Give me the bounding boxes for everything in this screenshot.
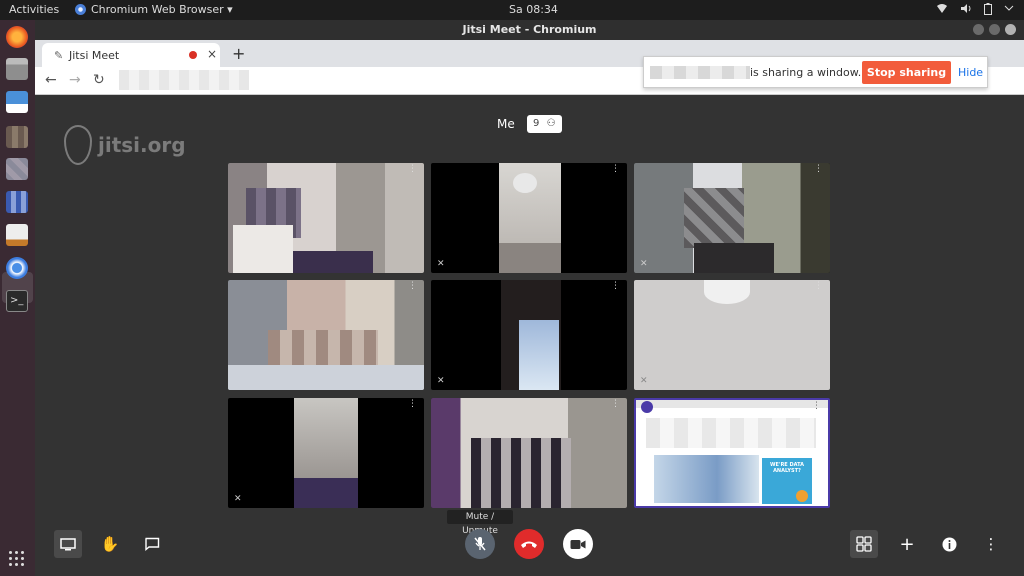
maximize-button[interactable] [989,24,1000,35]
system-top-bar: Activities Chromium Web Browser ▾ Sa 08:… [0,0,1024,20]
feather-icon: ✎ [54,49,64,62]
window-titlebar: Jitsi Meet - Chromium [35,20,1024,40]
kebab-menu-icon: ⋮ [983,535,999,553]
video-tile-1[interactable]: ⋮ [228,163,424,273]
forward-button[interactable]: → [69,72,81,88]
mic-off-icon [474,537,486,551]
terminal-icon[interactable]: >_ [6,290,28,312]
conference-subject: Me [497,117,515,131]
muted-mic-icon: ✕ [640,259,648,269]
reload-button[interactable]: ↻ [93,72,105,88]
plus-icon: + [899,533,915,555]
grid-icon [856,536,872,552]
files-icon[interactable] [6,58,28,80]
jitsi-logo-text: jitsi.org [98,133,186,157]
camera-button[interactable] [563,529,593,559]
participant-count: 9 [533,118,540,129]
tile-menu-icon[interactable]: ⋮ [814,165,823,174]
activities-button[interactable]: Activities [9,3,59,16]
video-tile-5[interactable]: ⋮ ✕ [431,280,627,390]
firefox-icon[interactable] [6,26,28,48]
screen-share-notification: is sharing a window. Stop sharing Hide [643,56,988,88]
app-menu[interactable]: Chromium Web Browser ▾ [75,3,233,16]
tile-menu-icon[interactable]: ⋮ [611,282,620,291]
sharing-message: is sharing a window. [750,66,862,79]
video-tile-8[interactable]: ⋮ [431,398,627,508]
video-tile-9-screen-share[interactable]: WE'RE DATA ANALYST? ⋮ [634,398,830,508]
chromium-icon[interactable] [6,257,28,279]
volume-icon [960,3,972,18]
writer-icon[interactable] [6,91,28,113]
info-button[interactable] [935,530,963,558]
muted-mic-icon: ✕ [437,376,445,386]
back-button[interactable]: ← [45,72,57,88]
tile-menu-icon[interactable]: ⋮ [408,165,417,174]
more-options-button[interactable]: ⋮ [977,530,1005,558]
tile-menu-icon[interactable]: ⋮ [408,400,417,409]
tab-title: Jitsi Meet [69,49,120,62]
address-bar[interactable] [119,70,249,90]
tab-jitsi-meet[interactable]: ✎ Jitsi Meet × [42,43,220,67]
minimize-button[interactable] [973,24,984,35]
jitsi-logo: jitsi.org [64,125,186,165]
video-tile-7[interactable]: ⋮ ✕ [228,398,424,508]
screen-icon [60,537,76,550]
muted-mic-icon: ✕ [234,494,242,504]
invite-button[interactable]: + [893,530,921,558]
window-title: Jitsi Meet - Chromium [462,23,597,36]
video-tile-6[interactable]: ⋮ ✕ [634,280,830,390]
pixelated-app-icon[interactable] [6,126,28,148]
camera-icon [570,539,586,549]
muted-mic-icon: ✕ [437,259,445,269]
video-tile-2[interactable]: ⋮ ✕ [431,163,627,273]
dock: >_ [0,20,35,576]
show-applications-icon[interactable] [9,551,25,567]
chat-icon [145,537,160,551]
video-tile-4[interactable]: ⋮ [228,280,424,390]
sharing-source-name [650,66,750,79]
new-tab-button[interactable]: + [232,44,245,63]
app-menu-label: Chromium Web Browser ▾ [91,3,233,16]
wifi-icon [936,3,948,18]
power-menu-icon [1004,3,1014,18]
tile-view-button[interactable] [850,530,878,558]
close-tab-button[interactable]: × [207,47,217,61]
mute-tooltip: Mute / Unmute [447,510,513,536]
recording-indicator-icon [189,51,197,59]
pixelated-app-icon[interactable] [6,158,28,180]
participant-count-badge[interactable]: 9 ⚇ [527,115,562,133]
hangup-button[interactable] [514,529,544,559]
tile-menu-icon[interactable]: ⋮ [611,165,620,174]
close-window-button[interactable] [1005,24,1016,35]
jitsi-logo-mark [64,125,92,165]
info-icon [942,537,956,551]
tile-menu-icon[interactable]: ⋮ [812,402,821,411]
pixelated-app-icon[interactable] [6,191,28,213]
text-editor-icon[interactable] [6,224,28,246]
raise-hand-button[interactable]: ✋ [96,530,124,558]
window-controls [973,24,1016,35]
chromium-icon [75,4,86,15]
tile-menu-icon[interactable]: ⋮ [611,400,620,409]
hand-icon: ✋ [100,535,120,553]
stop-sharing-button[interactable]: Stop sharing [862,61,951,84]
jitsi-meeting: jitsi.org Me 9 ⚇ ⋮ ⋮ ✕ ⋮ ✕ ⋮ ⋮ ✕ ⋮ ✕ ⋮ ✕… [35,95,1024,576]
muted-mic-icon: ✕ [640,376,648,386]
tile-menu-icon[interactable]: ⋮ [814,282,823,291]
speaker-indicator-icon [641,401,653,413]
clock[interactable]: Sa 08:34 [509,3,558,16]
share-screen-button[interactable] [54,530,82,558]
phone-hangup-icon [521,541,537,548]
tile-menu-icon[interactable]: ⋮ [408,282,417,291]
hide-notification-button[interactable]: Hide [958,66,983,79]
system-tray[interactable] [936,3,1014,18]
mute-button[interactable] [465,529,495,559]
participants-icon: ⚇ [546,118,556,129]
chat-button[interactable] [138,530,166,558]
video-tile-3[interactable]: ⋮ ✕ [634,163,830,273]
battery-icon [984,3,992,18]
